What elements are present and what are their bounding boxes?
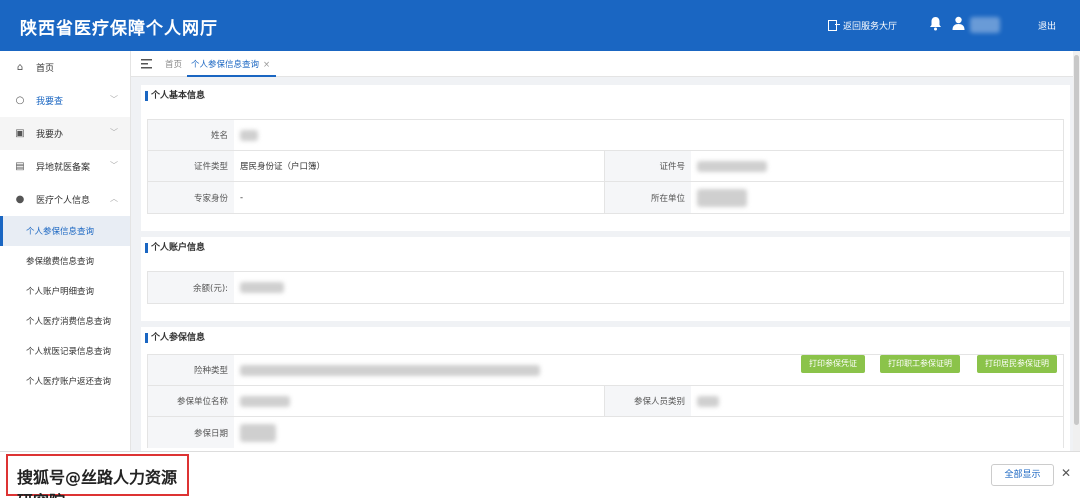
sidebar-item-label: 医疗个人信息 (36, 196, 91, 206)
sidebar-item-remote-medical[interactable]: ▤ 异地就医备案 ﹀ (0, 150, 130, 183)
search-icon: ○ (15, 95, 25, 106)
id-number-value (691, 151, 767, 181)
account-info-grid: 余额(元): (147, 271, 1064, 304)
top-header: 陕西省医疗保障个人网厅 返回服务大厅 退出 (0, 0, 1080, 51)
scrollbar-thumb[interactable] (1074, 55, 1079, 425)
sidebar-subitem-refund[interactable]: 个人医疗账户返还查询 (0, 366, 130, 396)
insured-unit-value (234, 386, 605, 416)
unit-label: 所在单位 (605, 182, 691, 213)
insured-category-value (691, 386, 719, 416)
chevron-down-icon: ﹀ (110, 128, 118, 137)
print-voucher-button[interactable]: 打印参保凭证 (801, 355, 865, 373)
sidebar-subitem-visit-record[interactable]: 个人就医记录信息查询 (0, 336, 130, 366)
insurance-info-card: 个人参保信息 险种类型 参保单位名称 参保人员类别 参保日期 (141, 327, 1070, 451)
name-label: 姓名 (148, 120, 234, 150)
insured-category-label: 参保人员类别 (605, 386, 691, 416)
id-type-label: 证件类型 (148, 151, 234, 181)
folder-icon: ▣ (15, 128, 25, 139)
logout-link[interactable]: 退出 (1038, 19, 1056, 32)
account-info-card: 个人账户信息 余额(元): (141, 237, 1070, 321)
insured-date-label: 参保日期 (148, 417, 234, 448)
balance-value (234, 272, 284, 303)
section-title: 个人参保信息 (145, 333, 205, 343)
sidebar-item-medical-personal[interactable]: ● 医疗个人信息 ︿ (0, 183, 130, 216)
unit-value (691, 182, 747, 213)
user-icon[interactable] (952, 16, 965, 30)
sidebar-item-home[interactable]: ⌂ 首页 (0, 51, 130, 84)
menu-toggle-icon[interactable] (141, 59, 152, 69)
tab-insurance-query[interactable]: 个人参保信息查询 × (187, 51, 277, 77)
watermark-text: 搜狐号@丝路人力资源研究院 (6, 454, 189, 498)
show-all-button[interactable]: 全部显示 (991, 464, 1054, 486)
sidebar-subitem-consumption[interactable]: 个人医疗消费信息查询 (0, 306, 130, 336)
insured-unit-label: 参保单位名称 (148, 386, 234, 416)
section-title: 个人账户信息 (145, 243, 205, 253)
sidebar-subitem-account-detail[interactable]: 个人账户明细查询 (0, 276, 130, 306)
insurance-type-label: 险种类型 (148, 355, 234, 385)
print-resident-proof-button[interactable]: 打印居民参保证明 (977, 355, 1057, 373)
chevron-up-icon: ︿ (110, 194, 118, 203)
sidebar-item-label: 异地就医备案 (36, 163, 91, 173)
sidebar: ⌂ 首页 ○ 我要查 ﹀ ▣ 我要办 ﹀ ▤ 异地就医备案 ﹀ ● 医疗个人信息… (0, 51, 131, 451)
expert-label: 专家身份 (148, 182, 234, 213)
bottom-bar: 搜狐号@丝路人力资源研究院 全部显示 ✕ (0, 451, 1080, 498)
sidebar-subitem-insurance-query[interactable]: 个人参保信息查询 (0, 216, 130, 246)
app-title: 陕西省医疗保障个人网厅 (20, 19, 218, 39)
expert-value: - (234, 182, 605, 213)
basic-info-grid: 姓名 证件类型 居民身份证（户口簿） 证件号 专家身份 - 所在单位 (147, 119, 1064, 214)
id-number-label: 证件号 (605, 151, 691, 181)
sidebar-item-handle[interactable]: ▣ 我要办 ﹀ (0, 117, 130, 150)
user-icon: ● (15, 194, 25, 205)
close-tab-icon[interactable]: × (263, 60, 270, 70)
tab-home[interactable]: 首页 (165, 58, 182, 70)
user-name-redacted (970, 17, 1000, 33)
tab-bar: 首页 个人参保信息查询 × (131, 51, 1080, 77)
section-title: 个人基本信息 (145, 91, 205, 101)
home-icon: ⌂ (16, 62, 24, 73)
close-icon[interactable]: ✕ (1061, 466, 1071, 480)
document-icon: ▤ (15, 161, 25, 172)
print-employee-proof-button[interactable]: 打印职工参保证明 (880, 355, 960, 373)
balance-label: 余额(元): (148, 272, 234, 303)
return-service-hall-label: 返回服务大厅 (843, 22, 898, 32)
bell-icon[interactable] (929, 16, 942, 31)
tab-label: 个人参保信息查询 (191, 60, 260, 70)
sidebar-item-label: 首页 (36, 64, 55, 74)
chevron-down-icon: ﹀ (110, 161, 118, 170)
id-type-value: 居民身份证（户口簿） (234, 151, 605, 181)
insurance-type-value (234, 355, 540, 385)
return-service-hall-link[interactable]: 返回服务大厅 (828, 19, 897, 32)
page-scrollbar[interactable] (1073, 51, 1080, 451)
chevron-down-icon: ﹀ (110, 95, 118, 104)
basic-info-card: 个人基本信息 姓名 证件类型 居民身份证（户口簿） 证件号 专家身份 - 所在单… (141, 85, 1070, 231)
sidebar-item-label: 我要查 (36, 97, 64, 107)
sidebar-item-query[interactable]: ○ 我要查 ﹀ (0, 84, 130, 117)
sidebar-subitem-payment-query[interactable]: 参保缴费信息查询 (0, 246, 130, 276)
sidebar-item-label: 我要办 (36, 130, 64, 140)
insured-date-value (234, 417, 276, 448)
name-value (234, 120, 258, 150)
exit-door-icon (828, 20, 840, 31)
